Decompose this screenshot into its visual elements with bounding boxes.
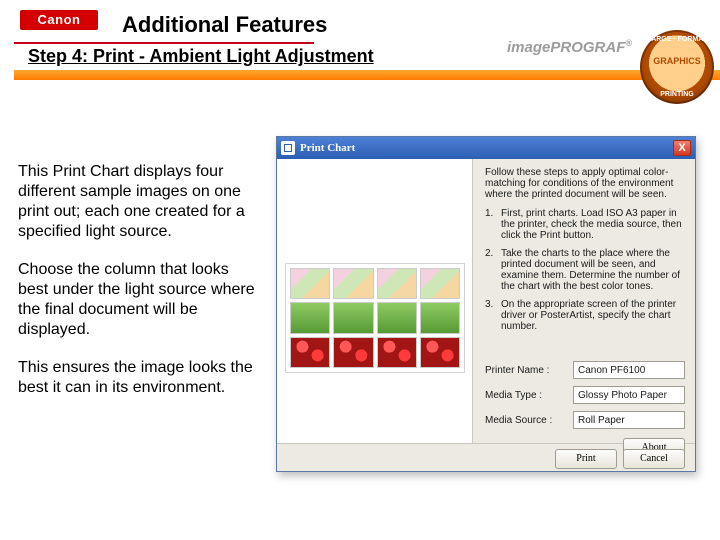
graphics-printing-seal: LARGE · FORMAT GRAPHICS PRINTING xyxy=(640,30,714,104)
seal-text-center: GRAPHICS xyxy=(640,56,714,66)
sample-cell xyxy=(333,268,373,299)
sample-cell xyxy=(377,337,417,368)
dialog-right-pane: Follow these steps to apply optimal colo… xyxy=(473,159,695,443)
sample-cell xyxy=(333,302,373,333)
dialog-title: Print Chart xyxy=(300,142,673,154)
step-number: 1. xyxy=(485,208,495,241)
step-number: 3. xyxy=(485,299,495,332)
cancel-button[interactable]: Cancel xyxy=(623,449,685,469)
chart-preview-pane xyxy=(277,159,473,443)
dialog-steps-list: 1. First, print charts. Load ISO A3 pape… xyxy=(485,208,685,339)
sample-cell xyxy=(420,337,460,368)
dialog-lead-text: Follow these steps to apply optimal colo… xyxy=(485,167,685,200)
sample-cell xyxy=(290,268,330,299)
sample-cell xyxy=(420,302,460,333)
description-column: This Print Chart displays four different… xyxy=(18,162,262,416)
sample-cell xyxy=(377,268,417,299)
desc-p2: Choose the column that looks best under … xyxy=(18,260,262,340)
media-type-label: Media Type : xyxy=(485,390,565,401)
media-source-label: Media Source : xyxy=(485,415,565,426)
step-item: 1. First, print charts. Load ISO A3 pape… xyxy=(485,208,685,241)
sample-chart-sheet xyxy=(285,263,465,373)
step-text: First, print charts. Load ISO A3 paper i… xyxy=(501,208,685,241)
step-item: 3. On the appropriate screen of the prin… xyxy=(485,299,685,332)
sample-cell xyxy=(420,268,460,299)
sample-cell xyxy=(377,302,417,333)
media-type-select[interactable]: Glossy Photo Paper xyxy=(573,386,685,404)
print-chart-dialog: Print Chart X Follow these steps to appl… xyxy=(276,136,696,472)
step-heading: Step 4: Print - Ambient Light Adjustment xyxy=(28,46,374,67)
brand-imageprograf: imagePROGRAF® xyxy=(507,38,632,56)
sample-cell xyxy=(290,302,330,333)
printer-name-row: Printer Name : Canon PF6100 xyxy=(485,361,685,379)
page-title: Additional Features xyxy=(122,12,327,38)
step-item: 2. Take the charts to the place where th… xyxy=(485,248,685,292)
media-source-select[interactable]: Roll Paper xyxy=(573,411,685,429)
sample-cell xyxy=(333,337,373,368)
sample-cell xyxy=(290,337,330,368)
seal-text-top: LARGE · FORMAT xyxy=(640,36,714,43)
seal-text-bottom: PRINTING xyxy=(640,91,714,98)
step-text: On the appropriate screen of the printer… xyxy=(501,299,685,332)
step-number: 2. xyxy=(485,248,495,292)
printer-name-label: Printer Name : xyxy=(485,365,565,376)
close-button[interactable]: X xyxy=(673,140,691,156)
desc-p1: This Print Chart displays four different… xyxy=(18,162,262,242)
dialog-titlebar[interactable]: Print Chart X xyxy=(277,137,695,159)
rule-orange xyxy=(14,70,720,80)
media-source-row: Media Source : Roll Paper xyxy=(485,411,685,429)
printer-name-select[interactable]: Canon PF6100 xyxy=(573,361,685,379)
print-button[interactable]: Print xyxy=(555,449,617,469)
step-text: Take the charts to the place where the p… xyxy=(501,248,685,292)
media-type-row: Media Type : Glossy Photo Paper xyxy=(485,386,685,404)
canon-logo: Canon xyxy=(20,10,98,30)
dialog-app-icon xyxy=(281,141,295,155)
desc-p3: This ensures the image looks the best it… xyxy=(18,358,262,398)
rule-red xyxy=(14,42,314,44)
